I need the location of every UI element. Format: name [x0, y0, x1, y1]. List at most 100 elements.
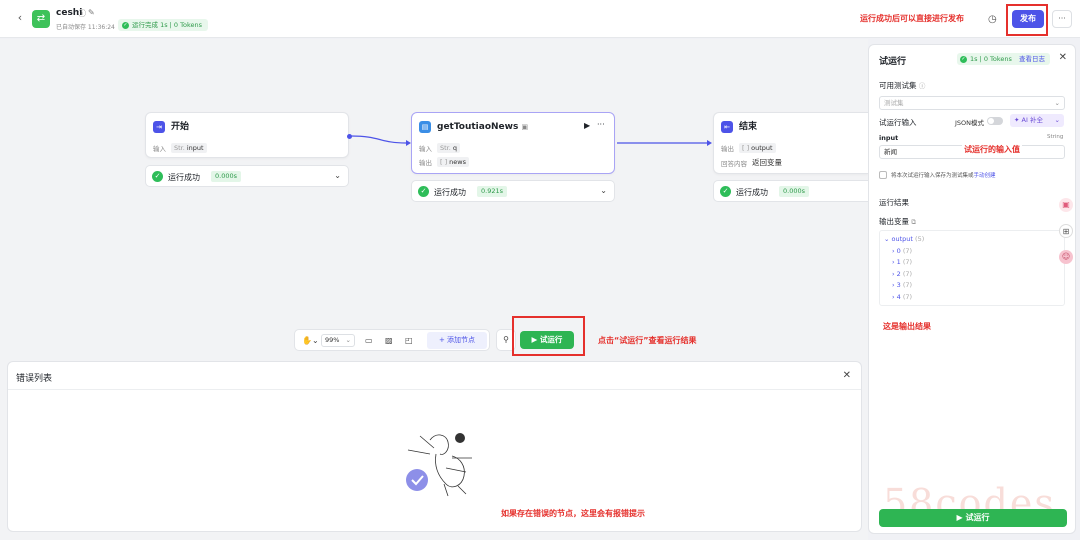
tree-item-key: 3	[896, 281, 901, 289]
type-label: Str.	[174, 144, 185, 152]
success-icon: ✓	[418, 186, 429, 197]
check-icon: ✓	[122, 21, 129, 29]
more-icon[interactable]: ···	[597, 120, 605, 129]
trial-run-button[interactable]: ▶ 试运行	[520, 331, 574, 349]
grid-icon[interactable]: ⊞	[1059, 224, 1073, 238]
tree-item[interactable]: › 2 (7)	[884, 269, 1060, 281]
trial-run-panel: 试运行 ✓ 1s | 0 Tokens 查看日志 ✕ 可用测试集 ⓘ 测试集 ⌄ …	[868, 44, 1076, 534]
workflow-canvas[interactable]: ⇥ 开始 输入 Str. input ✓ 运行成功 0.000s ⌄ ▤ getT…	[0, 39, 868, 540]
zoom-select[interactable]: 99% ⌄	[321, 334, 355, 347]
copy-icon[interactable]: ⧉	[911, 218, 916, 226]
node-get-toutiao-news[interactable]: ▤ getToutiaoNews ▣ ▶ ··· 输入 Str. q 输出 [ ]…	[411, 112, 615, 174]
status-label: 运行成功	[736, 188, 768, 197]
close-icon[interactable]: ✕	[843, 370, 851, 381]
var-name: news	[449, 158, 466, 166]
error-list-title: 错误列表	[16, 374, 53, 384]
ai-fill-button[interactable]: ✦ AI 补全 ⌄	[1010, 114, 1064, 127]
publish-annotation: 运行成功后可以直接进行发布	[860, 14, 964, 23]
var-name: q	[452, 144, 457, 152]
tree-item[interactable]: › 4 (7)	[884, 292, 1060, 304]
save-testset-text: 将本次试运行输入保存为测试集或	[891, 173, 974, 179]
info-icon[interactable]: ⓘ	[919, 82, 926, 90]
node-end[interactable]: ⇤ 结束 输出 [ ] output 回答内容 返回变量	[713, 112, 868, 174]
chevron-down-icon[interactable]: ⌄	[334, 171, 341, 180]
back-icon[interactable]: ‹	[14, 12, 26, 24]
json-mode-toggle[interactable]	[987, 117, 1003, 125]
error-annotation: 如果存在错误的节点，这里会有报错提示	[501, 509, 645, 518]
node-plugin-output: 输出 [ ] news	[419, 157, 469, 167]
testset-label-text: 可用测试集	[879, 81, 917, 90]
workflow-icon: ⇄	[32, 10, 50, 28]
avatar-icon[interactable]: ☺	[1059, 250, 1073, 264]
answer-label: 回答内容	[721, 159, 747, 168]
play-icon[interactable]: ▶	[584, 121, 590, 130]
add-node-button[interactable]: + 添加节点	[427, 332, 487, 349]
manual-create-link[interactable]: 手动创建	[974, 173, 996, 179]
tree-item[interactable]: › 3 (7)	[884, 280, 1060, 292]
info-icon[interactable]: ⓘ	[78, 8, 86, 19]
tree-root[interactable]: ⌄ output (5)	[884, 234, 1060, 246]
node-plugin-title: getToutiaoNews ▣	[437, 121, 528, 133]
success-icon: ✓	[152, 171, 163, 182]
node-end-status[interactable]: ✓ 运行成功 0.000s	[713, 180, 868, 202]
check-icon: ✓	[960, 55, 967, 63]
empty-state-illustration-icon	[406, 433, 472, 497]
trial-run-annotation: 点击“试运行”查看运行结果	[598, 336, 697, 345]
chevron-down-icon[interactable]: ⌄	[600, 186, 607, 195]
tree-item-count: (7)	[902, 281, 913, 289]
output-annotation: 这是输出结果	[883, 322, 931, 331]
end-node-icon: ⇤	[721, 121, 733, 133]
zoom-value: 99%	[325, 336, 340, 344]
input-annotation: 试运行的输入值	[962, 144, 1022, 155]
output-tree: ⌄ output (5) › 0 (7) › 1 (7) › 2 (7) › 3…	[879, 230, 1065, 306]
publish-button[interactable]: 发布	[1012, 10, 1044, 28]
testset-label: 可用测试集 ⓘ	[879, 80, 925, 91]
edit-icon[interactable]: ✎	[88, 8, 95, 17]
status-label: 运行成功	[168, 173, 200, 182]
output-label: 输出	[419, 159, 432, 167]
error-list-header: 错误列表 ✕	[8, 362, 861, 390]
edge-arrow-2	[707, 140, 712, 146]
node-plugin-status[interactable]: ✓ 运行成功 0.921s ⌄	[411, 180, 615, 202]
doc-icon[interactable]: ▣	[521, 123, 528, 131]
pointer-mode-icon[interactable]: ✋⌄	[302, 334, 319, 347]
close-icon[interactable]: ✕	[1059, 52, 1067, 63]
save-testset-checkbox[interactable]	[879, 171, 887, 179]
canvas-toolbar: ✋⌄ 99% ⌄ ▭ ▨ ◰ + 添加节点	[294, 329, 490, 351]
plugin-title-text: getToutiaoNews	[437, 122, 519, 132]
tree-item-key: 4	[896, 292, 901, 301]
output-var-label: 输出变量 ⧉	[879, 216, 916, 227]
json-mode-label: JSON模式	[955, 119, 985, 127]
var-name: input	[186, 144, 204, 152]
assistant-icon[interactable]: ▣	[1059, 198, 1073, 212]
plugin-node-icon: ▤	[419, 121, 431, 133]
tree-item-key: 2	[896, 269, 901, 278]
time-badge: 0.000s	[779, 186, 809, 197]
history-icon[interactable]: ◷	[988, 14, 997, 25]
tree-item[interactable]: › 1 (7)	[884, 257, 1060, 269]
comment-icon[interactable]: ▭	[365, 334, 373, 347]
node-start[interactable]: ⇥ 开始 输入 Str. input	[145, 112, 352, 158]
view-log-link[interactable]: 查看日志	[1019, 53, 1045, 65]
status-label: 运行成功	[434, 188, 466, 197]
tree-root-count: (5)	[915, 235, 925, 243]
run-status-badge: ✓ 运行完成 1s | 0 Tokens	[118, 19, 208, 31]
time-badge: 0.921s	[477, 186, 507, 197]
type-label: Str.	[440, 144, 451, 152]
tree-item-count: (7)	[902, 269, 913, 278]
panel-trial-run-button[interactable]: ▶ 试运行	[879, 509, 1067, 527]
node-end-title: 结束	[739, 122, 758, 132]
node-end-output: 输出 [ ] output	[721, 143, 776, 153]
result-label: 运行结果	[879, 198, 909, 207]
node-start-status[interactable]: ✓ 运行成功 0.000s ⌄	[145, 165, 349, 187]
more-button[interactable]: ···	[1052, 10, 1072, 28]
node-start-title: 开始	[171, 122, 190, 132]
testset-select[interactable]: 测试集 ⌄	[879, 96, 1065, 110]
tree-item-key: 0	[896, 246, 901, 255]
tree-item[interactable]: › 0 (7)	[884, 246, 1060, 258]
input-param-type: String	[1047, 134, 1064, 140]
minimap-icon[interactable]: ◰	[405, 334, 413, 347]
output-port[interactable]	[347, 134, 352, 139]
image-icon[interactable]: ▨	[385, 334, 393, 347]
node-end-answer: 回答内容 返回变量	[721, 157, 782, 168]
